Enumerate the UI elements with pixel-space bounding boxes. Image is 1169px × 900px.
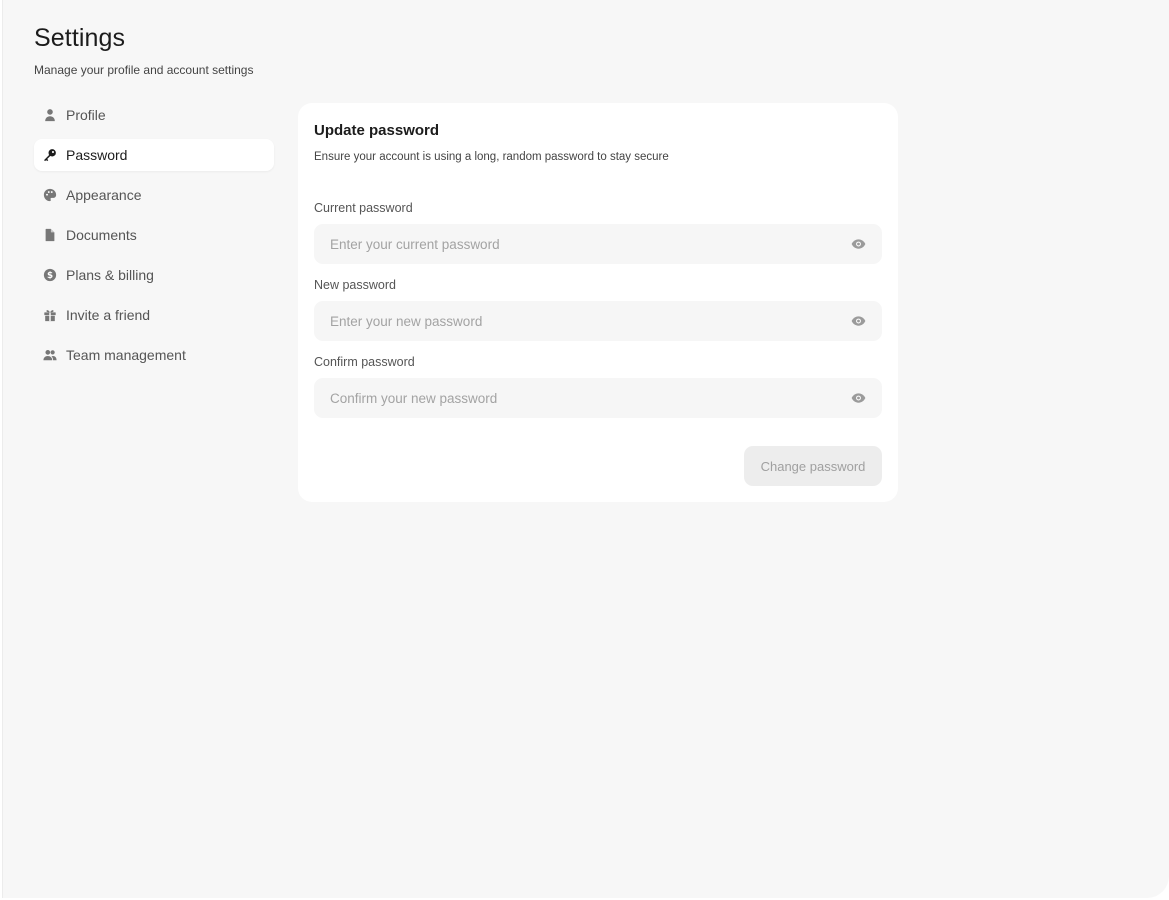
sidebar-item-appearance[interactable]: Appearance xyxy=(34,179,274,211)
dollar-circle-icon: $ xyxy=(42,267,58,283)
current-password-input[interactable] xyxy=(314,224,834,264)
svg-text:$: $ xyxy=(47,271,53,281)
gift-icon xyxy=(42,307,58,323)
change-password-button[interactable]: Change password xyxy=(744,446,882,486)
key-icon xyxy=(42,147,58,163)
sidebar-item-label: Appearance xyxy=(66,187,142,203)
new-password-label: New password xyxy=(314,278,396,292)
sidebar-item-team-management[interactable]: Team management xyxy=(34,339,274,371)
user-icon xyxy=(42,107,58,123)
new-password-field xyxy=(314,301,882,341)
new-password-input[interactable] xyxy=(314,301,834,341)
palette-icon xyxy=(42,187,58,203)
current-password-label: Current password xyxy=(314,201,413,215)
confirm-password-input[interactable] xyxy=(314,378,834,418)
sidebar-item-label: Documents xyxy=(66,227,137,243)
page-title: Settings xyxy=(34,24,126,52)
eye-icon[interactable] xyxy=(851,314,866,328)
users-icon xyxy=(42,347,58,363)
sidebar-item-documents[interactable]: Documents xyxy=(34,219,274,251)
settings-sidebar: Profile Password Appearance Documents $ … xyxy=(34,99,274,379)
sidebar-item-invite-friend[interactable]: Invite a friend xyxy=(34,299,274,331)
confirm-password-label: Confirm password xyxy=(314,355,415,369)
sidebar-item-password[interactable]: Password xyxy=(34,139,274,171)
page-subtitle: Manage your profile and account settings xyxy=(34,63,254,77)
sidebar-item-label: Plans & billing xyxy=(66,267,154,283)
card-description: Ensure your account is using a long, ran… xyxy=(314,151,669,163)
card-title: Update password xyxy=(314,122,440,139)
sidebar-item-label: Password xyxy=(66,147,128,163)
eye-icon[interactable] xyxy=(851,237,866,251)
sidebar-item-profile[interactable]: Profile xyxy=(34,99,274,131)
current-password-field xyxy=(314,224,882,264)
confirm-password-field xyxy=(314,378,882,418)
document-icon xyxy=(42,227,58,243)
sidebar-item-label: Profile xyxy=(66,107,106,123)
eye-icon[interactable] xyxy=(851,391,866,405)
sidebar-item-label: Team management xyxy=(66,347,186,363)
sidebar-item-label: Invite a friend xyxy=(66,307,151,323)
sidebar-item-plans-billing[interactable]: $ Plans & billing xyxy=(34,259,274,291)
update-password-card: Update password Ensure your account is u… xyxy=(298,103,898,502)
settings-window: Settings Manage your profile and account… xyxy=(2,0,1169,898)
